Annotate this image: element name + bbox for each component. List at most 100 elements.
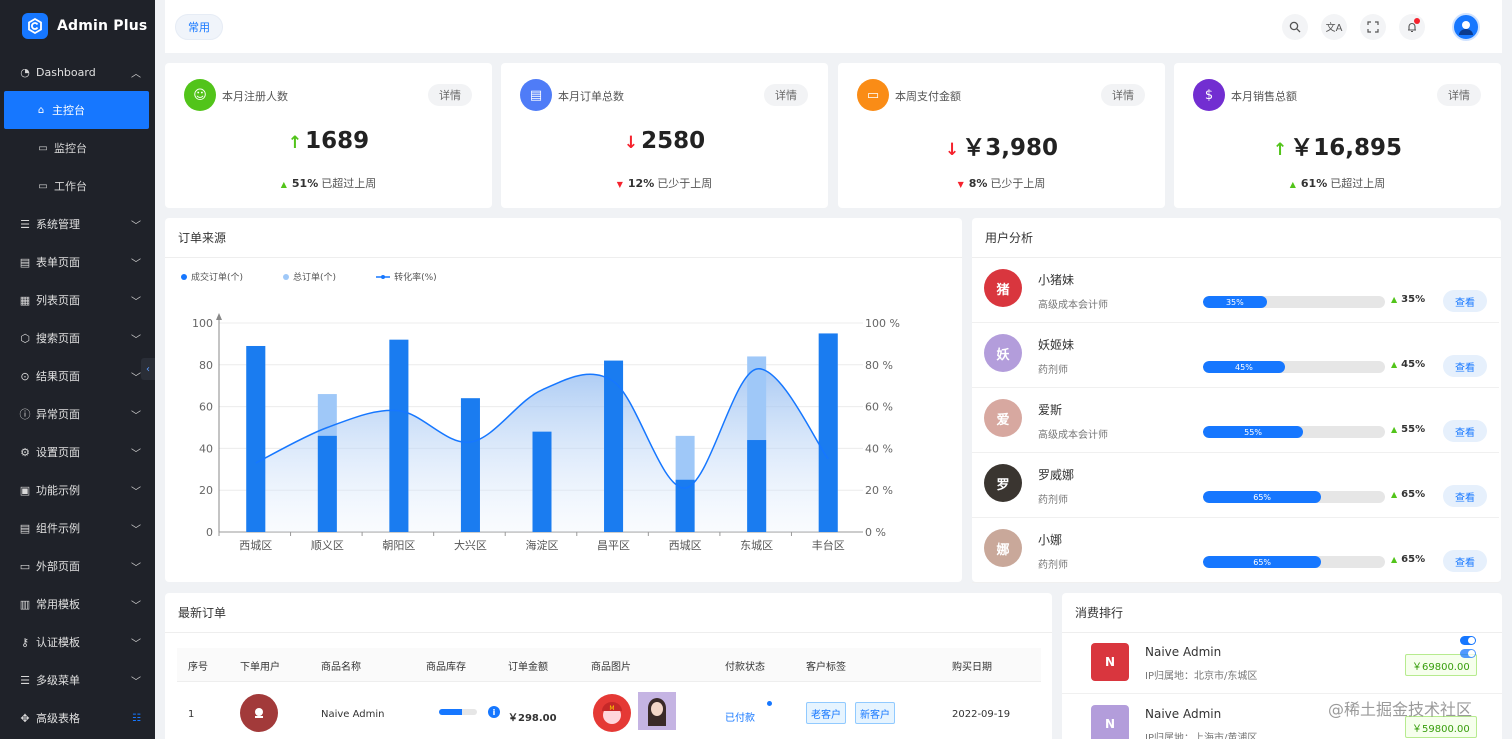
chevron-up-icon: ︿ (131, 68, 141, 80)
view-button[interactable]: 查看 (1443, 550, 1487, 572)
stat-compare: ▼ 8% 已少于上周 (838, 175, 1165, 191)
toggle-switch[interactable] (1460, 649, 1476, 658)
cell-product: Naive Admin (321, 709, 385, 720)
menu-label: 主控台 (52, 104, 85, 117)
search-icon[interactable] (1282, 13, 1308, 40)
panel-title: 订单来源 (165, 218, 962, 258)
stat-compare: ▲ 51% 已超过上周 (165, 175, 492, 191)
toggle-switch[interactable] (1460, 636, 1476, 645)
y2-tick-label: 20 % (865, 484, 893, 497)
sidebar-subitem-2[interactable]: ▭ 工作台 (0, 167, 155, 205)
fullscreen-icon[interactable] (1360, 13, 1386, 40)
sidebar-item-0[interactable]: ☰ 系统管理 ﹀ (0, 205, 155, 243)
detail-button[interactable]: 详情 (428, 84, 472, 106)
stat-value: ↓ ￥3,980 (838, 128, 1165, 162)
user-role: 药剂师 (1038, 560, 1068, 571)
user-name: 小娜 (1038, 533, 1063, 547)
chevron-down-icon: ﹀ (131, 448, 141, 460)
progress-bar: 55% (1203, 426, 1385, 438)
brand[interactable]: Admin Plus (0, 0, 155, 52)
tab-common[interactable]: 常用 (175, 13, 223, 40)
info-icon[interactable]: i (488, 706, 500, 718)
stat-percent: 61% (1300, 177, 1328, 190)
view-button[interactable]: 查看 (1443, 485, 1487, 507)
chevron-down-icon: ﹀ (131, 258, 141, 270)
grid-icon: ▦ (19, 293, 31, 307)
y-tick-label: 20 (199, 484, 213, 497)
user-role: 药剂师 (1038, 495, 1068, 506)
list-item: 罗 罗威娜 药剂师 65% ▲ 65% 查看 (972, 453, 1499, 518)
menu-label: 设置页面 (36, 446, 80, 459)
menu-label: 外部页面 (36, 560, 80, 573)
panel-title: 用户分析 (972, 218, 1501, 258)
progress-fill: 45% (1203, 361, 1285, 373)
sidebar-item-8[interactable]: ▤ 组件示例 ﹀ (0, 509, 155, 547)
user-role: 药剂师 (1038, 365, 1068, 376)
menu-label: 常用模板 (36, 598, 80, 611)
notification-dot (1414, 17, 1420, 24)
tag-new-customer: 新客户 (855, 702, 895, 724)
y-tick-label: 80 (199, 359, 213, 372)
stat-percent: 8% (968, 177, 988, 190)
sidebar-item-5[interactable]: ⓘ 异常页面 ﹀ (0, 395, 155, 433)
view-button[interactable]: 查看 (1443, 290, 1487, 312)
view-button[interactable]: 查看 (1443, 355, 1487, 377)
sidebar-item-3[interactable]: ⬡ 搜索页面 ﹀ (0, 319, 155, 357)
detail-button[interactable]: 详情 (764, 84, 808, 106)
sidebar-item-2[interactable]: ▦ 列表页面 ﹀ (0, 281, 155, 319)
sidebar-subitem-0[interactable]: ⌂ 主控台 (4, 91, 149, 129)
menu-label: 多级菜单 (36, 674, 80, 687)
triangle-up-icon: ▲ (1391, 295, 1398, 304)
translate-icon[interactable]: 文A (1321, 13, 1347, 40)
stat-number: 1689 (305, 128, 370, 154)
sidebar-item-6[interactable]: ⚙ 设置页面 ﹀ (0, 433, 155, 471)
stat-icon: ▭ (857, 79, 889, 111)
sidebar-item-9[interactable]: ▭ 外部页面 ﹀ (0, 547, 155, 585)
product-image-2[interactable] (638, 692, 676, 730)
stat-icon: ▤ (520, 79, 552, 111)
stat-icon: $ (1193, 79, 1225, 111)
stat-value: ↑ ￥16,895 (1174, 128, 1501, 162)
user-analysis-panel: 用户分析 猪 小猪妹 高级成本会计师 35% ▲ 35% 查看 妖 妖姬妹 药剂师… (972, 218, 1501, 583)
sidebar-item-1[interactable]: ▤ 表单页面 ﹀ (0, 243, 155, 281)
menu-dashboard[interactable]: ◔ Dashboard ︿ (0, 53, 155, 91)
rank-location: IP归属地：北京市/东城区 (1145, 671, 1258, 682)
menu-label: 高级表格 (36, 712, 80, 725)
chevron-down-icon: ﹀ (131, 220, 141, 232)
avatar: N (1091, 643, 1129, 681)
bar-deal (747, 440, 767, 532)
y2-tick-label: 0 % (865, 526, 886, 539)
order-user-avatar[interactable] (240, 694, 278, 732)
view-button[interactable]: 查看 (1443, 420, 1487, 442)
detail-button[interactable]: 详情 (1437, 84, 1481, 106)
sidebar-subitem-1[interactable]: ▭ 监控台 (0, 129, 155, 167)
table-row[interactable]: 1 Naive Admin i ￥298.00 M 已付款 老客户 新客户 20… (177, 593, 1041, 739)
sidebar-item-11[interactable]: ⚷ 认证模板 ﹀ (0, 623, 155, 661)
cell-pay-status: 已付款 (725, 713, 755, 724)
chevron-down-icon: ﹀ (131, 600, 141, 612)
user-name: 罗威娜 (1038, 468, 1075, 482)
product-image-1[interactable]: M (593, 694, 631, 732)
sidebar-item-4[interactable]: ⊙ 结果页面 ﹀ (0, 357, 155, 395)
progress-fill: 35% (1203, 296, 1267, 308)
user-name: 爱斯 (1038, 403, 1063, 417)
menu-label: 结果页面 (36, 370, 80, 383)
y-tick-label: 100 (192, 317, 213, 330)
arrow-up-icon: ↑ (287, 133, 303, 153)
user-avatar[interactable] (1452, 12, 1480, 41)
bell-icon[interactable] (1399, 13, 1425, 40)
sidebar-item-7[interactable]: ▣ 功能示例 ﹀ (0, 471, 155, 509)
sidebar-collapse-button[interactable]: ‹ (141, 358, 155, 380)
detail-button[interactable]: 详情 (1101, 84, 1145, 106)
stat-card-1: ▤ 本月订单总数 详情 ↓ 2580 ▼ 12% 已少于上周 (501, 63, 828, 208)
menu-label: 认证模板 (36, 636, 80, 649)
list-item: 爱 爱斯 高级成本会计师 55% ▲ 55% 查看 (972, 388, 1499, 453)
sidebar-item-12[interactable]: ☰ 多级菜单 ﹀ (0, 661, 155, 699)
list-item: 猪 小猪妹 高级成本会计师 35% ▲ 35% 查看 (972, 258, 1499, 323)
sidebar-item-13[interactable]: ✥ 高级表格 ☷ (0, 699, 155, 737)
sidebar-item-10[interactable]: ▥ 常用模板 ﹀ (0, 585, 155, 623)
order-source-chart: 0 20 40 60 80 100 0 % 20 % 40 % 60 % 80 % 100 % 西城区 顺… (192, 313, 900, 552)
triangle-up-icon: ▲ (1289, 180, 1296, 189)
stat-card-0: ☺ 本月注册人数 详情 ↑ 1689 ▲ 51% 已超过上周 (165, 63, 492, 208)
menu-label: 异常页面 (36, 408, 80, 421)
